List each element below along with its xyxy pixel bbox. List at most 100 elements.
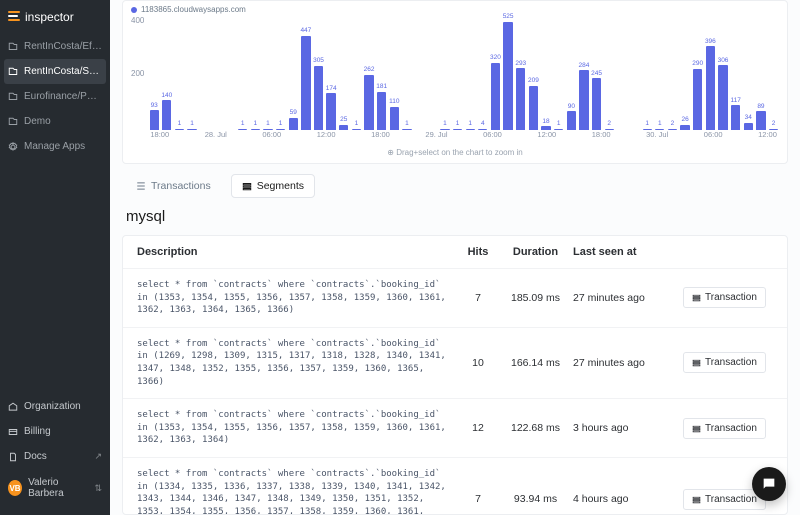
bar[interactable]: 447: [300, 14, 312, 130]
chart-legend: 1183865.cloudwaysapps.com: [131, 5, 779, 14]
bar[interactable]: 2: [768, 14, 780, 130]
bar-value-label: 1: [253, 121, 257, 128]
cell-description: select * from `contracts` where `contrac…: [137, 279, 448, 317]
tab-segments[interactable]: Segments: [231, 174, 315, 198]
bar[interactable]: 25: [338, 14, 350, 130]
bar[interactable]: 1: [249, 14, 261, 130]
bar[interactable]: 1: [401, 14, 413, 130]
bar[interactable]: 245: [591, 14, 603, 130]
bar[interactable]: [629, 14, 641, 130]
transaction-button[interactable]: Transaction: [683, 287, 766, 308]
bar-value-label: 320: [490, 55, 501, 62]
sidebar-bottom-billing[interactable]: Billing: [0, 419, 110, 444]
project-icon: [8, 42, 18, 52]
bar[interactable]: 525: [502, 14, 514, 130]
user-name: Valerio Barbera: [28, 477, 88, 499]
bar[interactable]: 1: [464, 14, 476, 130]
legend-label: 1183865.cloudwaysapps.com: [141, 5, 246, 14]
bar-value-label: 525: [503, 14, 514, 21]
cell-last-seen: 4 hours ago: [573, 493, 673, 505]
x-tick: 12:00: [317, 130, 336, 144]
bar[interactable]: 1: [351, 14, 363, 130]
sidebar-item-3[interactable]: Demo: [0, 109, 110, 134]
cell-description: select * from `contracts` where `contrac…: [137, 468, 448, 515]
bar[interactable]: 209: [528, 14, 540, 130]
bar[interactable]: [426, 14, 438, 130]
bar[interactable]: 306: [717, 14, 729, 130]
bar-value-label: 117: [730, 98, 740, 105]
sidebar-item-1[interactable]: RentInCosta/Sorr...: [4, 59, 106, 84]
sidebar-item-label: Eurofinance/PROD: [24, 91, 102, 102]
bar[interactable]: 1: [275, 14, 287, 130]
bar-value-label: 1: [355, 121, 359, 128]
bar[interactable]: 89: [755, 14, 767, 130]
sidebar-item-label: RentInCosta/Efisio: [24, 41, 102, 52]
transaction-button[interactable]: Transaction: [683, 352, 766, 373]
sidebar-item-label: Manage Apps: [24, 141, 85, 152]
bar[interactable]: 1: [174, 14, 186, 130]
bar[interactable]: 293: [515, 14, 527, 130]
tab-transactions[interactable]: Transactions: [126, 175, 221, 197]
bar[interactable]: 396: [705, 14, 717, 130]
bar[interactable]: [199, 14, 211, 130]
cell-hits: 10: [458, 357, 498, 369]
bar[interactable]: 284: [578, 14, 590, 130]
bar[interactable]: 1: [452, 14, 464, 130]
transaction-button[interactable]: Transaction: [683, 418, 766, 439]
bar[interactable]: 305: [313, 14, 325, 130]
bar-value-label: 18: [542, 119, 549, 126]
sidebar-bottom-organization[interactable]: Organization: [0, 394, 110, 419]
bar[interactable]: 90: [566, 14, 578, 130]
bar[interactable]: 174: [325, 14, 337, 130]
sidebar-item-2[interactable]: Eurofinance/PROD: [0, 84, 110, 109]
bar[interactable]: [616, 14, 628, 130]
section-title: mysql: [110, 206, 800, 235]
bar[interactable]: 1: [654, 14, 666, 130]
bar[interactable]: 110: [389, 14, 401, 130]
sidebar-item-0[interactable]: RentInCosta/Efisio: [0, 34, 110, 59]
bar-value-label: 1: [645, 121, 649, 128]
bar[interactable]: 181: [376, 14, 388, 130]
bar-value-label: 26: [681, 117, 688, 124]
bar[interactable]: 117: [730, 14, 742, 130]
bar[interactable]: 2: [603, 14, 615, 130]
bar-value-label: 1: [405, 121, 409, 128]
bar[interactable]: 26: [679, 14, 691, 130]
bar[interactable]: 93: [148, 14, 160, 130]
table-row: select * from `contracts` where `contrac…: [123, 269, 787, 328]
bar[interactable]: 262: [363, 14, 375, 130]
bar[interactable]: 1: [553, 14, 565, 130]
x-tick: 18:00: [592, 130, 611, 144]
bar[interactable]: 140: [161, 14, 173, 130]
sidebar-bottom-docs[interactable]: Docs↗: [0, 444, 110, 469]
bar-value-label: 1: [468, 121, 472, 128]
bar[interactable]: [212, 14, 224, 130]
user-row[interactable]: VB Valerio Barbera ⇅: [0, 469, 110, 507]
bar[interactable]: 2: [667, 14, 679, 130]
chat-fab[interactable]: [752, 467, 786, 501]
bar[interactable]: 1: [439, 14, 451, 130]
bar[interactable]: 1: [237, 14, 249, 130]
stack-icon: [692, 495, 701, 504]
bar[interactable]: 1: [641, 14, 653, 130]
bar[interactable]: 320: [490, 14, 502, 130]
bar-value-label: 174: [326, 86, 337, 93]
bar[interactable]: 4: [477, 14, 489, 130]
bar[interactable]: 1: [186, 14, 198, 130]
bar[interactable]: 34: [742, 14, 754, 130]
bar[interactable]: 290: [692, 14, 704, 130]
bar[interactable]: 18: [540, 14, 552, 130]
transaction-button-label: Transaction: [705, 357, 757, 368]
chart-card: 1183865.cloudwaysapps.com 400200 9314011…: [122, 0, 788, 164]
bar[interactable]: [224, 14, 236, 130]
org-icon: [8, 402, 18, 412]
bar[interactable]: [414, 14, 426, 130]
bar-value-label: 290: [692, 61, 703, 68]
bar[interactable]: 59: [287, 14, 299, 130]
user-menu-icon: ⇅: [94, 483, 102, 494]
sidebar-item-4[interactable]: Manage Apps: [0, 134, 110, 159]
chart[interactable]: 400200 931401111115944730517425126218111…: [131, 14, 779, 144]
bar-value-label: 2: [671, 121, 675, 128]
bar[interactable]: 1: [262, 14, 274, 130]
external-icon: ↗: [94, 451, 102, 462]
